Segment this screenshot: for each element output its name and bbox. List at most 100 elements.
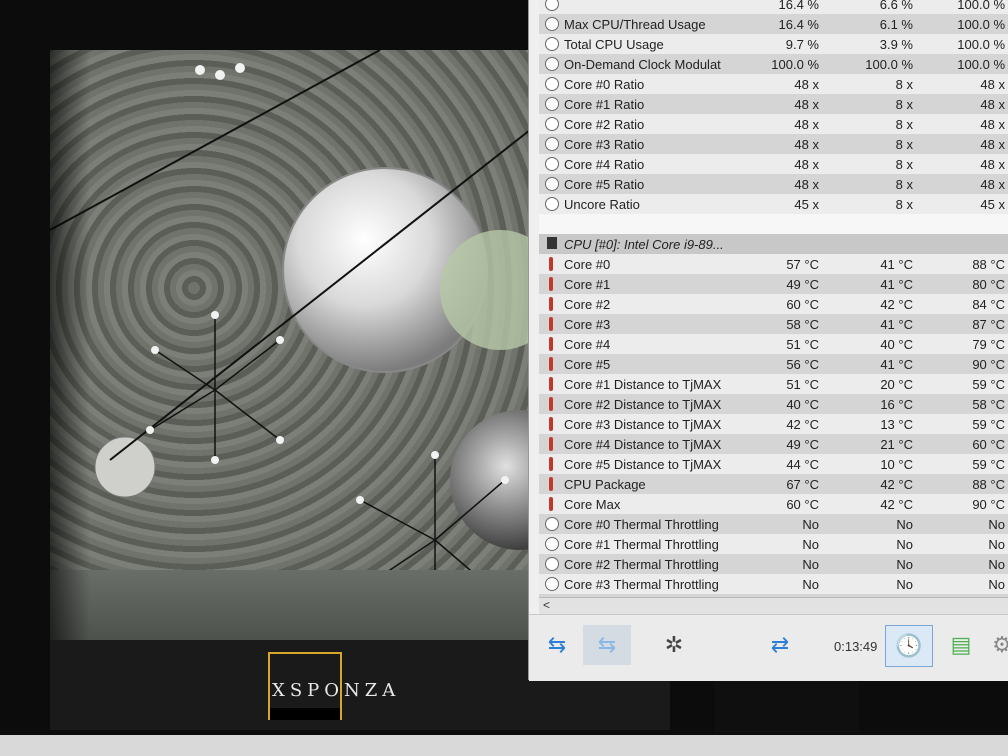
sensor-row[interactable] <box>539 214 1008 234</box>
minimum-value: 6.1 % <box>879 17 913 32</box>
horizontal-scrollbar[interactable]: < <box>539 597 1008 614</box>
sensor-row[interactable]: Core #0 Ratio 48 x 8 x 48 x <box>539 74 1008 94</box>
minimum-value: 8 x <box>895 117 913 132</box>
maximum-value: 100.0 % <box>957 57 1005 72</box>
thermometer-icon <box>549 497 553 511</box>
network-icon[interactable]: ⇄ <box>757 625 803 665</box>
current-value: No <box>802 577 819 592</box>
gauge-icon <box>545 57 559 71</box>
sensor-label: Core #4 Ratio <box>564 157 645 172</box>
minimum-value: 8 x <box>895 177 913 192</box>
thermometer-icon <box>549 257 553 271</box>
gauge-icon <box>545 77 559 91</box>
navigate-arrows-secondary-icon[interactable]: ⇆ <box>583 625 631 665</box>
scene-shadow <box>50 50 90 645</box>
fan-icon[interactable]: ✲ <box>657 625 691 665</box>
sensor-label: Core #3 <box>564 317 611 332</box>
thermometer-icon <box>549 377 553 391</box>
current-value: No <box>802 517 819 532</box>
sensor-row[interactable]: Core #2 Distance to TjMAX 40 °C 16 °C 58 °C <box>539 394 1008 414</box>
sensor-label: CPU [#0]: Intel Core i9-89... <box>564 237 724 252</box>
sensor-row[interactable]: Uncore Ratio 45 x 8 x 45 x <box>539 194 1008 214</box>
sensor-row[interactable]: Core #3 58 °C 41 °C 87 °C <box>539 314 1008 334</box>
maximum-value: 100.0 % <box>957 17 1005 32</box>
maximum-value: 59 °C <box>972 377 1005 392</box>
maximum-value: No <box>988 557 1005 572</box>
elapsed-time: 0:13:49 <box>834 639 878 654</box>
sensor-row[interactable]: Core #3 Thermal Throttling No No No <box>539 574 1008 594</box>
minimum-value: 41 °C <box>880 277 913 292</box>
current-value: 45 x <box>794 197 819 212</box>
sensor-row[interactable]: Core #3 Ratio 48 x 8 x 48 x <box>539 134 1008 154</box>
minimum-value: 3.9 % <box>879 37 913 52</box>
minimum-value: 16 °C <box>880 397 913 412</box>
scroll-left-arrow[interactable]: < <box>543 598 550 612</box>
thermometer-icon <box>549 357 553 371</box>
minimum-value: 41 °C <box>880 357 913 372</box>
gauge-icon <box>545 37 559 51</box>
current-value: 67 °C <box>786 477 819 492</box>
maximum-value: 84 °C <box>972 297 1005 312</box>
sensor-row[interactable]: On-Demand Clock Modulat 100.0 % 100.0 % 100… <box>539 54 1008 74</box>
window-frame-secondary <box>714 680 859 732</box>
gauge-icon <box>545 117 559 131</box>
gauge-icon <box>545 177 559 191</box>
current-value: 49 °C <box>786 437 819 452</box>
sensor-row[interactable]: Core Max 60 °C 42 °C 90 °C <box>539 494 1008 514</box>
sensor-label: Core #0 Thermal Throttling <box>564 517 719 532</box>
minimum-value: 8 x <box>895 77 913 92</box>
sensor-row[interactable]: Core #0 Thermal Throttling No No No <box>539 514 1008 534</box>
thermometer-icon <box>549 397 553 411</box>
minimum-value: 40 °C <box>880 337 913 352</box>
sensor-row[interactable]: CPU [#0]: Intel Core i9-89... <box>539 234 1008 254</box>
sensor-row[interactable]: Core #5 56 °C 41 °C 90 °C <box>539 354 1008 374</box>
sensor-row[interactable]: Core #2 Ratio 48 x 8 x 48 x <box>539 114 1008 134</box>
maximum-value: No <box>988 577 1005 592</box>
minimum-value: 8 x <box>895 157 913 172</box>
minimum-value: 41 °C <box>880 317 913 332</box>
sensor-label: CPU Package <box>564 477 646 492</box>
sensor-window[interactable]: 16.4 % 6.6 % 100.0 % Max CPU/Thread Usage 16… <box>528 0 1008 681</box>
maximum-value: 100.0 % <box>957 37 1005 52</box>
navigate-arrows-icon[interactable]: ⇆ <box>535 625 579 665</box>
sensor-row[interactable]: Total CPU Usage 9.7 % 3.9 % 100.0 % <box>539 34 1008 54</box>
sensor-row[interactable]: Core #0 57 °C 41 °C 88 °C <box>539 254 1008 274</box>
gauge-icon <box>545 517 559 531</box>
sensor-label: Core #0 Ratio <box>564 77 645 92</box>
gauge-icon <box>545 197 559 211</box>
sensor-label: Core #3 Ratio <box>564 137 645 152</box>
sensor-row[interactable]: Core #2 60 °C 42 °C 84 °C <box>539 294 1008 314</box>
sensor-label: Core #4 Distance to TjMAX <box>564 437 722 452</box>
sensor-row[interactable]: Core #4 51 °C 40 °C 79 °C <box>539 334 1008 354</box>
cpu-chip-icon <box>547 237 557 249</box>
current-value: 16.4 % <box>778 0 819 12</box>
sensor-row[interactable]: Core #5 Distance to TjMAX 44 °C 10 °C 59 °C <box>539 454 1008 474</box>
sensor-row[interactable]: Core #5 Ratio 48 x 8 x 48 x <box>539 174 1008 194</box>
report-icon[interactable]: ▤ <box>939 625 983 665</box>
sensor-row[interactable]: Core #1 Thermal Throttling No No No <box>539 534 1008 554</box>
minimum-value: 42 °C <box>880 497 913 512</box>
sensor-row[interactable]: Core #1 49 °C 41 °C 80 °C <box>539 274 1008 294</box>
minimum-value: No <box>896 577 913 592</box>
sensor-row[interactable]: Core #4 Ratio 48 x 8 x 48 x <box>539 154 1008 174</box>
scene-floor <box>50 570 530 645</box>
sensor-row[interactable]: Core #2 Thermal Throttling No No No <box>539 554 1008 574</box>
render-viewport <box>50 50 530 645</box>
sensor-row[interactable]: Core #3 Distance to TjMAX 42 °C 13 °C 59 °C <box>539 414 1008 434</box>
minimum-value: 42 °C <box>880 477 913 492</box>
sensor-row[interactable]: 16.4 % 6.6 % 100.0 % <box>539 0 1008 14</box>
sensor-row[interactable]: Core #1 Distance to TjMAX 51 °C 20 °C 59 °C <box>539 374 1008 394</box>
sensor-row[interactable]: Core #4 Distance to TjMAX 49 °C 21 °C 60 °C <box>539 434 1008 454</box>
maximum-value: 90 °C <box>972 497 1005 512</box>
settings-icon[interactable]: ⚙ <box>987 625 1008 665</box>
minimum-value: 20 °C <box>880 377 913 392</box>
sensor-row[interactable]: Core #1 Ratio 48 x 8 x 48 x <box>539 94 1008 114</box>
sensor-row[interactable]: Max CPU/Thread Usage 16.4 % 6.1 % 100.0 % <box>539 14 1008 34</box>
sensor-table[interactable]: 16.4 % 6.6 % 100.0 % Max CPU/Thread Usage 16… <box>539 0 1008 597</box>
sensor-label: Core #0 <box>564 257 611 272</box>
gauge-icon <box>545 17 559 31</box>
current-value: 48 x <box>794 137 819 152</box>
sensor-row[interactable]: CPU Package 67 °C 42 °C 88 °C <box>539 474 1008 494</box>
maximum-value: 45 x <box>980 197 1005 212</box>
clock-icon[interactable]: 🕓 <box>885 625 933 667</box>
